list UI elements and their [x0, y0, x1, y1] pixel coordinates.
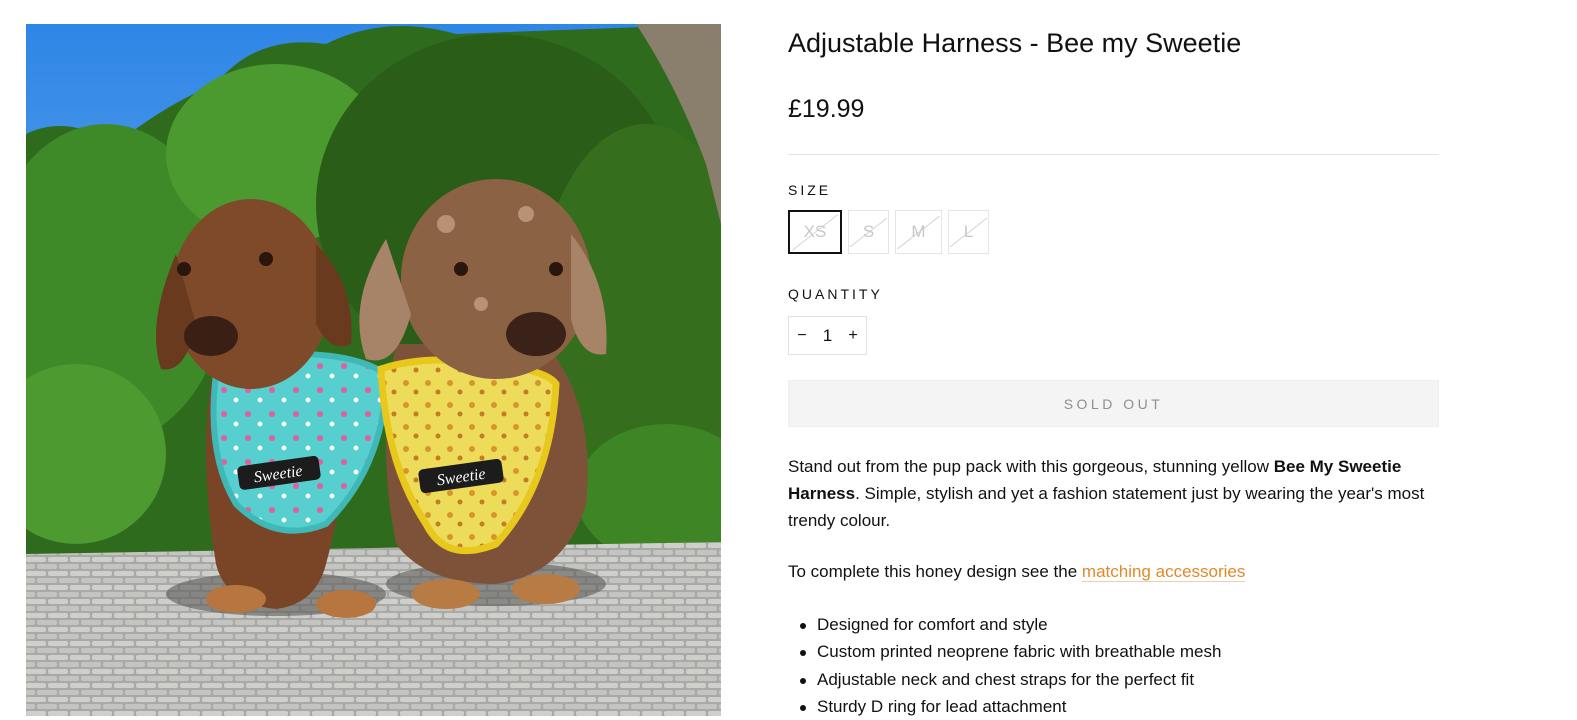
quantity-value[interactable]: 1	[823, 326, 832, 346]
minus-icon[interactable]: −	[789, 317, 815, 354]
complete-design-text: To complete this honey design see the ma…	[788, 558, 1246, 585]
sold-out-button[interactable]: SOLD OUT	[788, 380, 1439, 427]
size-label: SIZE	[788, 182, 832, 198]
product-title: Adjustable Harness - Bee my Sweetie	[788, 28, 1242, 58]
divider	[788, 154, 1439, 155]
complete-design-prefix: To complete this honey design see the	[788, 562, 1082, 581]
quantity-stepper: − 1 +	[788, 316, 867, 355]
size-option-xs[interactable]: XS	[788, 210, 842, 254]
size-option-l[interactable]: L	[948, 210, 989, 254]
list-item: Adjustable neck and chest straps for the…	[799, 666, 1221, 693]
list-item: Custom printed neoprene fabric with brea…	[799, 638, 1221, 665]
list-item: Sturdy D ring for lead attachment	[799, 693, 1221, 720]
product-image[interactable]: Sweetie Sweetie	[26, 24, 721, 716]
size-option-label: L	[963, 222, 974, 241]
description-text: . Simple, stylish and yet a fashion stat…	[788, 484, 1425, 530]
product-photo: Sweetie Sweetie	[26, 24, 721, 716]
list-item: Designed for comfort and style	[799, 611, 1221, 638]
quantity-label: QUANTITY	[788, 286, 883, 302]
size-option-s[interactable]: S	[848, 210, 889, 254]
product-price: £19.99	[788, 95, 865, 123]
description-text: Stand out from the pup pack with this go…	[788, 457, 1274, 476]
size-option-label: S	[862, 222, 875, 241]
product-description: Stand out from the pup pack with this go…	[788, 453, 1439, 534]
feature-list: Designed for comfort and style Custom pr…	[799, 611, 1221, 720]
size-option-m[interactable]: M	[895, 210, 942, 254]
size-option-label: M	[911, 222, 926, 241]
size-selector: XS S M L	[788, 210, 989, 254]
matching-accessories-link[interactable]: matching accessories	[1081, 562, 1246, 582]
plus-icon[interactable]: +	[840, 317, 866, 354]
size-option-label: XS	[803, 222, 827, 241]
